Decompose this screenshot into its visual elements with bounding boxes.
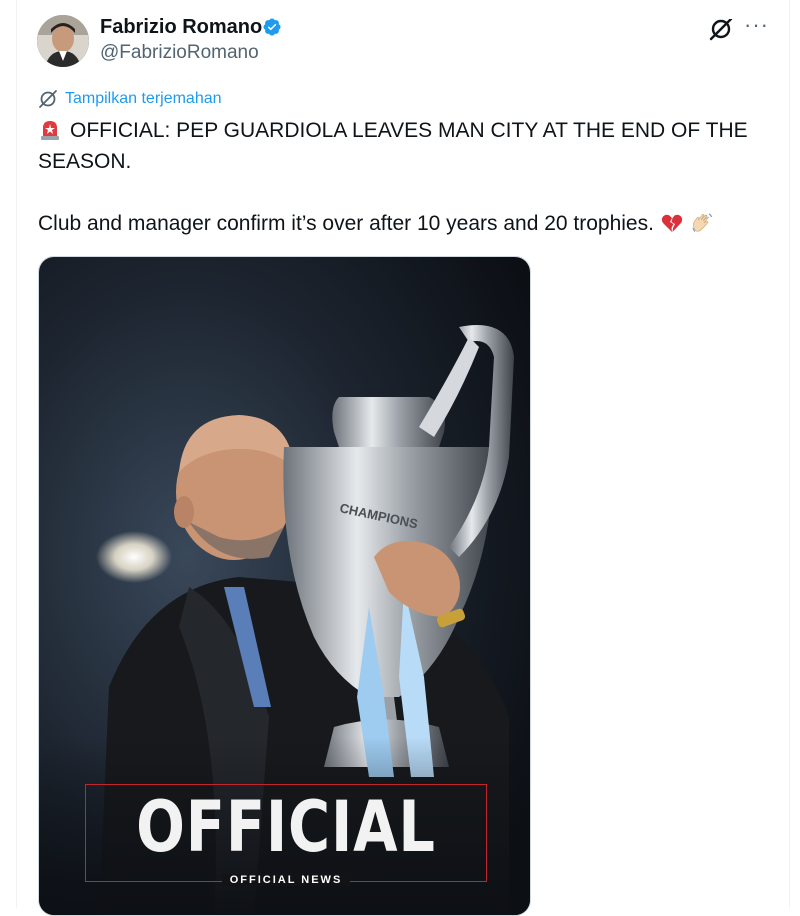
translate-label: Tampilkan terjemahan <box>65 90 222 107</box>
official-news-text: OFFICIAL NEWS <box>221 874 351 886</box>
author-name[interactable]: Fabrizio Romano <box>100 16 262 39</box>
tweet-line-2: Club and manager confirm it’s over after… <box>38 208 778 239</box>
tweet-line-1-text: OFFICIAL: PEP GUARDIOLA LEAVES MAN CITY … <box>38 119 748 173</box>
avatar[interactable] <box>37 15 89 67</box>
translate-icon <box>39 90 57 108</box>
tweet-media-image[interactable]: CHAMPIONS OFFICIAL OFFICIAL NEWS <box>38 256 531 916</box>
more-options-icon[interactable]: ··· <box>744 14 769 36</box>
rotating-light-emoji <box>41 121 59 140</box>
translate-link[interactable]: Tampilkan terjemahan <box>38 89 222 109</box>
broken-heart-emoji <box>661 214 683 232</box>
tweet-line-2-text: Club and manager confirm it’s over after… <box>38 212 654 235</box>
grok-icon[interactable] <box>708 16 734 42</box>
tweet-text: OFFICIAL: PEP GUARDIOLA LEAVES MAN CITY … <box>38 115 778 239</box>
tweet-line-1: OFFICIAL: PEP GUARDIOLA LEAVES MAN CITY … <box>38 115 778 177</box>
waving-hand-emoji <box>692 213 713 232</box>
author-handle[interactable]: @FabrizioRomano <box>100 42 259 64</box>
verified-badge-icon <box>263 18 281 36</box>
official-headline: OFFICIAL <box>136 786 436 868</box>
official-news-label: OFFICIAL NEWS <box>85 874 487 886</box>
